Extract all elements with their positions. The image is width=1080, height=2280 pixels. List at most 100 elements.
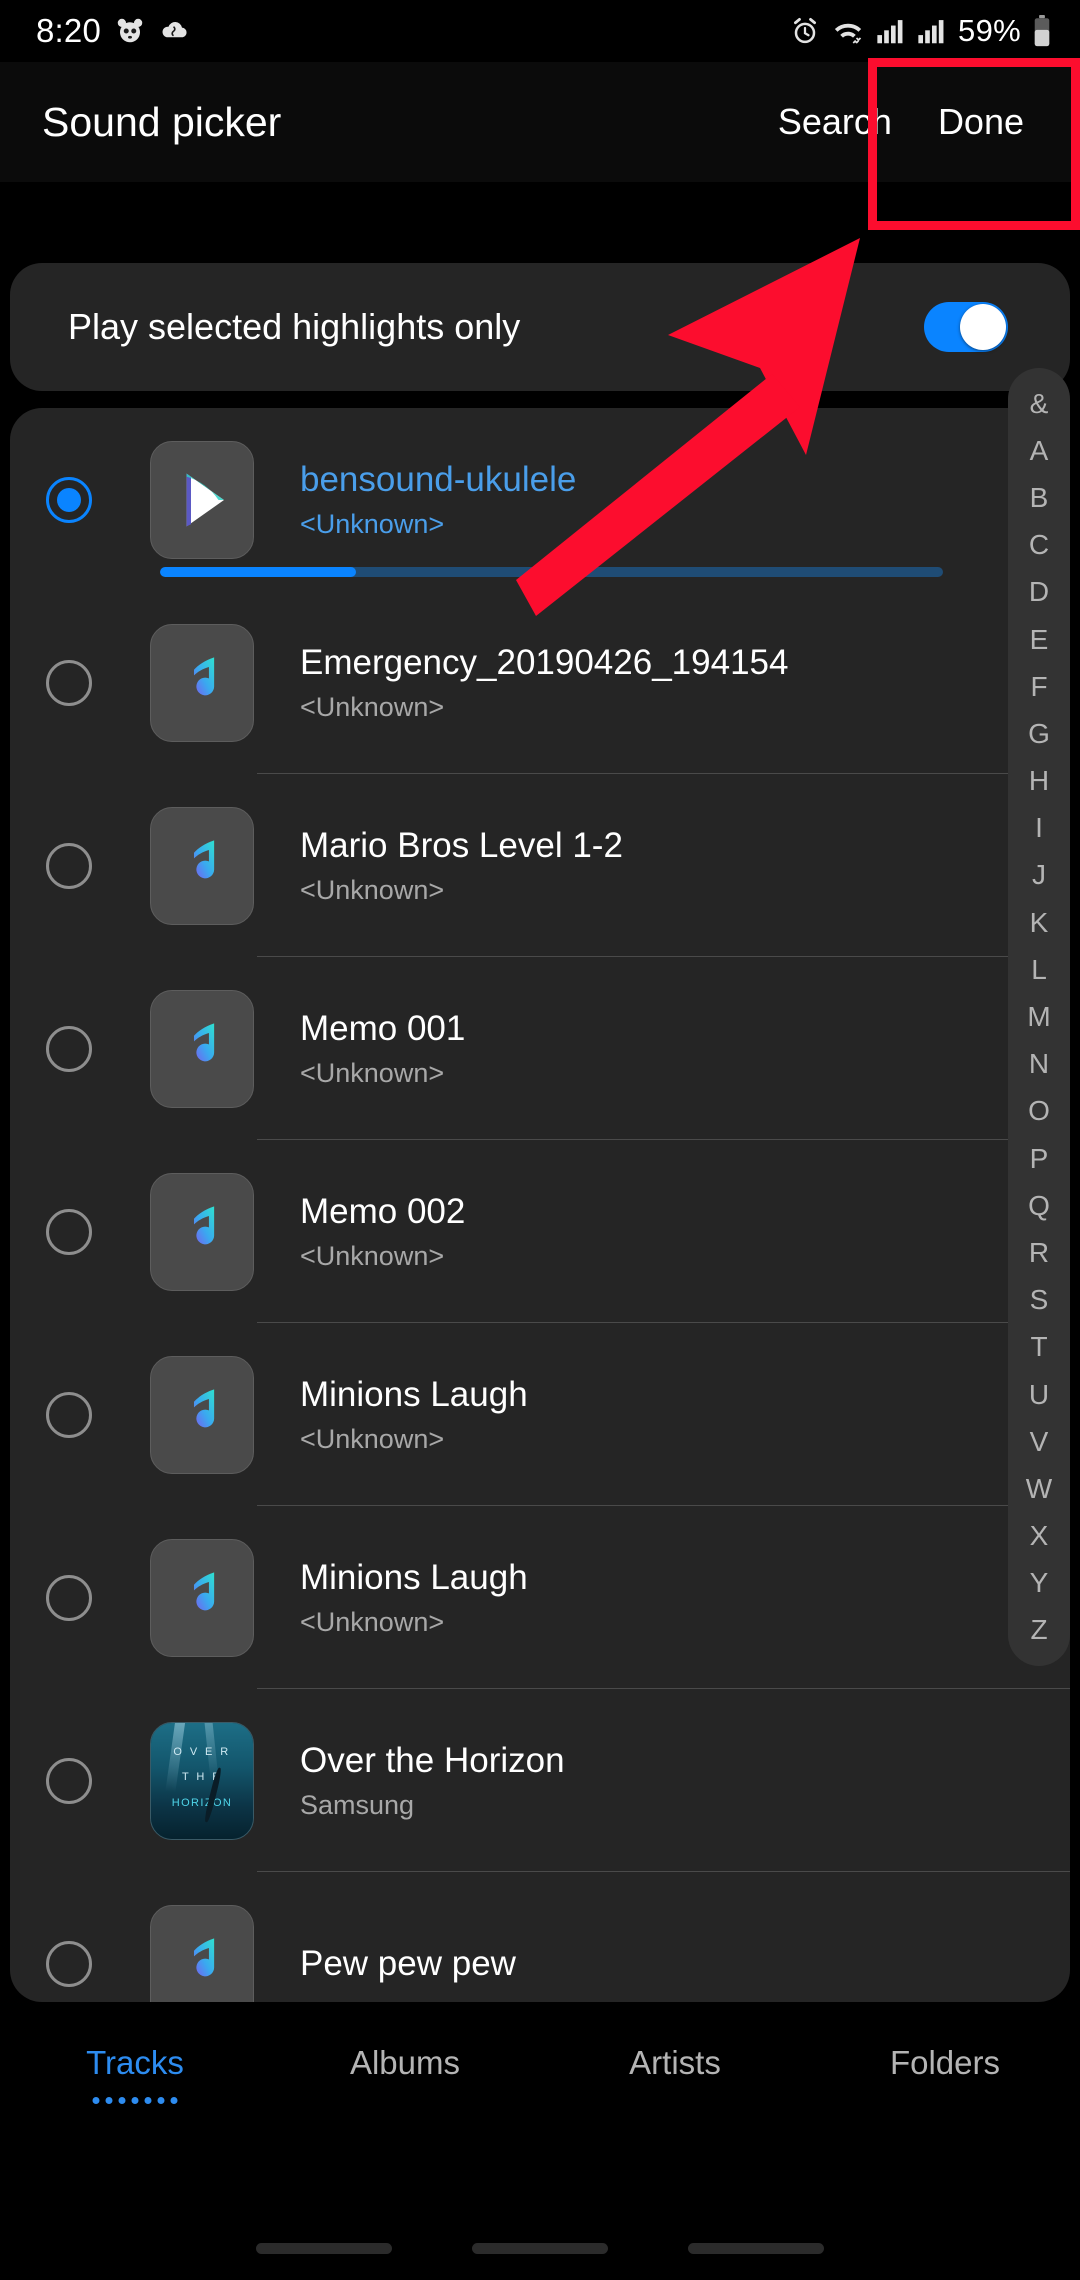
music-note-glyph — [193, 1022, 215, 1061]
search-button[interactable]: Search — [778, 101, 892, 143]
alpha-index-h[interactable]: H — [1029, 758, 1049, 805]
alpha-index-b[interactable]: B — [1030, 474, 1049, 521]
status-bar-clock: 8:20 — [36, 12, 102, 49]
tab-albums[interactable]: Albums — [270, 2044, 540, 2108]
playback-progress-fill — [160, 567, 356, 577]
tab-active-indicator — [92, 2097, 178, 2104]
tab-tracks[interactable]: Tracks — [0, 2044, 270, 2108]
track-meta: Minions Laugh <Unknown> — [300, 1375, 1070, 1455]
alpha-index-i[interactable]: I — [1035, 805, 1043, 852]
alpha-index-u[interactable]: U — [1029, 1371, 1049, 1418]
music-note-glyph — [193, 1571, 215, 1610]
page-title: Sound picker — [42, 98, 282, 145]
alpha-index-n[interactable]: N — [1029, 1041, 1049, 1088]
play-highlights-row[interactable]: Play selected highlights only — [10, 263, 1070, 391]
radio-button[interactable] — [46, 1391, 92, 1438]
sound-picker-screen: 8:20 59% Sound picker Search Done Play s… — [0, 0, 1080, 2280]
system-navigation-bar — [0, 2243, 1080, 2254]
alpha-index-g[interactable]: G — [1028, 710, 1050, 757]
play-button-thumbnail[interactable] — [150, 440, 254, 559]
bottom-tab-bar: Tracks Albums Artists Folders — [0, 2002, 1080, 2280]
signal-sim1-icon — [876, 17, 906, 45]
nav-pill-home[interactable] — [472, 2243, 608, 2254]
play-glyph — [186, 473, 224, 526]
status-bar: 8:20 59% — [0, 0, 1080, 62]
alpha-index-k[interactable]: K — [1030, 899, 1049, 946]
wifi-icon — [831, 16, 865, 46]
track-subtitle: <Unknown> — [300, 874, 445, 905]
alpha-index-e[interactable]: E — [1030, 616, 1049, 663]
signal-sim2-icon — [917, 17, 947, 45]
music-note-thumbnail — [150, 989, 254, 1108]
radio-button[interactable] — [46, 1208, 92, 1255]
app-bar: Sound picker Search Done — [0, 62, 1080, 182]
track-title: Minions Laugh — [300, 1374, 528, 1414]
alpha-index-y[interactable]: Y — [1030, 1560, 1049, 1607]
track-title: Minions Laugh — [300, 1557, 528, 1597]
track-title: Mario Bros Level 1-2 — [300, 825, 623, 865]
alpha-index-q[interactable]: Q — [1028, 1182, 1050, 1229]
nav-pill-back[interactable] — [688, 2243, 824, 2254]
done-button[interactable]: Done — [938, 101, 1024, 143]
alpha-index-d[interactable]: D — [1029, 569, 1049, 616]
alpha-index-s[interactable]: S — [1030, 1277, 1049, 1324]
alpha-index-l[interactable]: L — [1031, 946, 1047, 993]
track-title: Pew pew pew — [300, 1943, 516, 1983]
track-subtitle: <Unknown> — [300, 691, 445, 722]
alpha-index-r[interactable]: R — [1029, 1229, 1049, 1276]
alpha-index-p[interactable]: P — [1030, 1135, 1049, 1182]
track-row[interactable]: O V E RT H E HORIZON Over the Horizon Samsu… — [10, 1689, 1070, 1872]
track-title: Over the Horizon — [300, 1740, 565, 1780]
playback-progress-bar[interactable] — [160, 567, 943, 577]
play-highlights-toggle[interactable] — [924, 302, 1008, 352]
track-row[interactable]: Pew pew pew — [10, 1872, 1070, 2002]
track-row[interactable]: Mario Bros Level 1-2 <Unknown> — [10, 774, 1070, 957]
track-subtitle: <Unknown> — [300, 1240, 445, 1271]
status-bar-right: 59% — [790, 13, 1052, 49]
track-subtitle: Samsung — [300, 1789, 415, 1820]
track-meta: Minions Laugh <Unknown> — [300, 1558, 1070, 1638]
track-list-card: bensound-ukulele <Unknown> Emergency_20190… — [10, 408, 1070, 2002]
alpha-index-v[interactable]: V — [1030, 1418, 1049, 1465]
radio-button[interactable] — [46, 659, 92, 706]
nav-pill-recents[interactable] — [256, 2243, 392, 2254]
track-row[interactable]: Minions Laugh <Unknown> — [10, 1323, 1070, 1506]
track-list[interactable]: bensound-ukulele <Unknown> Emergency_20190… — [10, 408, 1070, 2002]
track-row[interactable]: Minions Laugh <Unknown> — [10, 1506, 1070, 1689]
track-meta: Memo 001 <Unknown> — [300, 1009, 1070, 1089]
alpha-index-o[interactable]: O — [1028, 1088, 1050, 1135]
panda-face-icon — [115, 16, 145, 46]
radio-button[interactable] — [46, 1574, 92, 1621]
alpha-index-m[interactable]: M — [1027, 993, 1050, 1040]
alpha-index-a[interactable]: A — [1030, 427, 1049, 474]
battery-percent-label: 59% — [958, 13, 1021, 48]
alpha-index-z[interactable]: Z — [1030, 1607, 1047, 1654]
track-row[interactable]: Emergency_20190426_194154 <Unknown> — [10, 591, 1070, 774]
alpha-index-w[interactable]: W — [1026, 1465, 1052, 1512]
music-note-glyph — [193, 839, 215, 878]
alpha-index-x[interactable]: X — [1030, 1513, 1049, 1560]
radio-button[interactable] — [46, 842, 92, 889]
alphabet-index-scrollbar[interactable]: & A B C D E F G H I J K L M N O P Q R S T U V W X Y Z — [1008, 368, 1070, 1667]
app-bar-actions: Search Done — [778, 101, 1080, 143]
track-title: bensound-ukulele — [300, 459, 577, 499]
alpha-index-f[interactable]: F — [1030, 663, 1047, 710]
alpha-index-j[interactable]: J — [1032, 852, 1046, 899]
track-subtitle: <Unknown> — [300, 1606, 445, 1637]
radio-button-selected[interactable] — [46, 476, 92, 523]
track-row[interactable]: bensound-ukulele <Unknown> — [10, 408, 1070, 591]
track-meta: bensound-ukulele <Unknown> — [300, 460, 1070, 540]
track-row[interactable]: Memo 001 <Unknown> — [10, 957, 1070, 1140]
radio-button[interactable] — [46, 1757, 92, 1804]
tab-list: Tracks Albums Artists Folders — [0, 2044, 1080, 2108]
radio-button[interactable] — [46, 1025, 92, 1072]
alpha-index-ampersand[interactable]: & — [1030, 380, 1049, 427]
alpha-index-c[interactable]: C — [1029, 522, 1049, 569]
radio-button[interactable] — [46, 1940, 92, 1987]
tab-artists[interactable]: Artists — [540, 2044, 810, 2108]
tab-folders[interactable]: Folders — [810, 2044, 1080, 2108]
track-row[interactable]: Memo 002 <Unknown> — [10, 1140, 1070, 1323]
track-subtitle: <Unknown> — [300, 1057, 445, 1088]
alpha-index-t[interactable]: T — [1030, 1324, 1047, 1371]
battery-icon — [1032, 15, 1052, 47]
